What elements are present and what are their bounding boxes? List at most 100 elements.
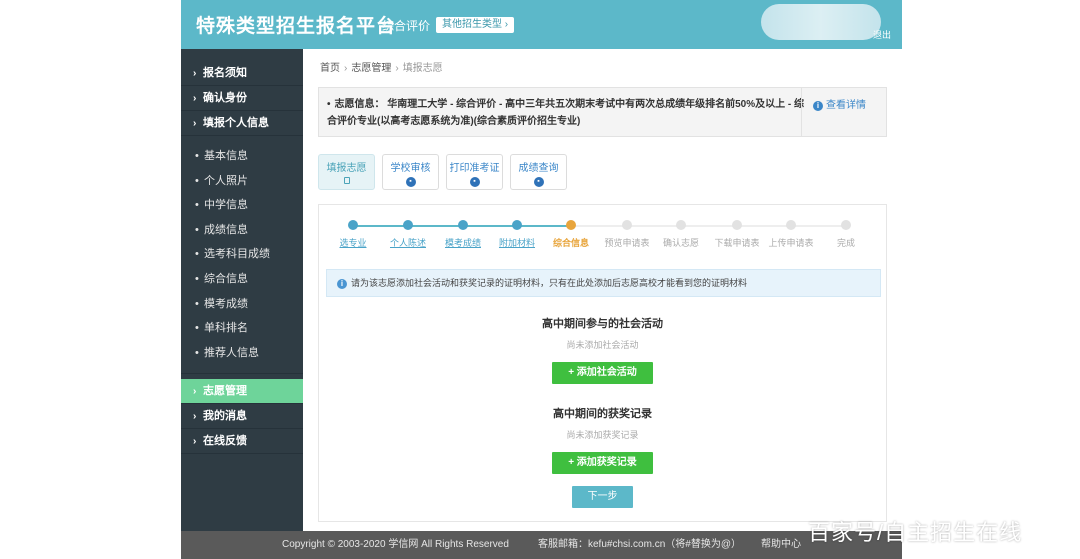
sidebar-subitem-elective-grades[interactable]: • 选考科目成绩 [181, 242, 303, 267]
step-label: 模考成绩 [444, 238, 481, 248]
document-icon [343, 177, 350, 184]
step-label: 完成 [836, 238, 855, 248]
sidebar-subitem-comprehensive[interactable]: • 综合信息 [181, 267, 303, 292]
next-step-button[interactable]: 下一步 [572, 486, 633, 508]
step-complete: 完成 [816, 220, 876, 249]
sidebar-item-label: 我的消息 [203, 410, 247, 423]
sidebar-item-label: 填报个人信息 [203, 117, 269, 129]
tab-label: 学校审核 [390, 163, 431, 174]
other-admission-types-label: 其他招生类型 [442, 19, 502, 30]
footer-service-email: 客服邮箱：kefu#chsi.com.cn（将#替换为@） [538, 539, 741, 550]
add-social-activity-button[interactable]: + 添加社会活动 [552, 362, 653, 384]
bullet-icon: • [327, 99, 331, 110]
step-dot [841, 220, 851, 230]
social-activities-empty: 尚未添加社会活动 [566, 340, 639, 350]
step-comprehensive-info: 综合信息 [541, 220, 601, 249]
sidebar-subitem-mock-exam[interactable]: • 模考成绩 [181, 292, 303, 317]
breadcrumb-current: 填报志愿 [402, 63, 443, 74]
step-dot [732, 220, 742, 230]
sidebar-subitem-label: 模考成绩 [204, 297, 248, 310]
awards-empty: 尚未添加获奖记录 [566, 430, 639, 440]
watermark: 百家号/自主招生在线 [808, 520, 1023, 545]
breadcrumb-home[interactable]: 首页 [320, 63, 340, 74]
bullet-icon: • [195, 272, 199, 285]
view-details-link[interactable]: i 查看详情 [813, 96, 866, 111]
step-label: 下载申请表 [714, 238, 760, 248]
step-label: 综合信息 [552, 238, 589, 248]
bullet-icon: • [195, 174, 199, 187]
bullet-icon: • [195, 150, 199, 162]
footer-help-center-link[interactable]: 帮助中心 [761, 531, 801, 559]
sidebar-subitem-referee[interactable]: • 推荐人信息 [181, 341, 303, 366]
logout-link[interactable]: 退出 [873, 28, 891, 41]
application-info-box: • 志愿信息： 华南理工大学 - 综合评价 - 高中三年共五次期末考试中有两次总成… [318, 87, 887, 137]
sidebar-subitem-label: 选考科目成绩 [204, 248, 270, 261]
step-upload-form: 上传申请表 [761, 220, 821, 249]
sidebar-subitem-grades[interactable]: • 成绩信息 [181, 218, 303, 243]
divider [801, 88, 802, 136]
bullet-icon: • [195, 322, 199, 335]
sidebar-subitem-basic[interactable]: • 基本信息 [181, 144, 303, 169]
user-info-blurred [761, 4, 881, 40]
application-info-text: • 志愿信息： 华南理工大学 - 综合评价 - 高中三年共五次期末考试中有两次总成… [327, 96, 805, 130]
step-label: 选专业 [339, 238, 367, 248]
sidebar-item-messages[interactable]: › 我的消息 [181, 404, 303, 430]
application-panel: 选专业 个人陈述 模考成绩 附加材料 综合信息 预览申请表 确认志愿 下载申请表… [318, 204, 887, 522]
step-confirm-application: 确认志愿 [651, 220, 711, 249]
sidebar-subitem-label: 个人照片 [204, 174, 248, 187]
breadcrumb-section[interactable]: 志愿管理 [351, 63, 391, 74]
chevron-right-icon: › [193, 411, 197, 423]
application-info-content: 志愿信息： 华南理工大学 - 综合评价 - 高中三年共五次期末考试中有两次总成绩… [327, 99, 804, 127]
footer-copyright: Copyright © 2003-2020 学信网 All Rights Res… [282, 539, 509, 550]
chevron-right-icon: › [193, 118, 197, 129]
step-additional-materials[interactable]: 附加材料 [487, 220, 547, 249]
step-label: 附加材料 [498, 238, 535, 248]
sidebar-item-feedback[interactable]: › 在线反馈 [181, 429, 303, 455]
main-content: 首页 › 志愿管理 › 填报志愿 • 志愿信息： 华南理工大学 - 综合评价 - 高中三年… [303, 49, 902, 531]
step-label: 预览申请表 [604, 238, 650, 248]
tab-score-query[interactable]: 成绩查询 ▪ [510, 154, 567, 190]
tab-school-review[interactable]: 学校审核 ▪ [382, 154, 439, 190]
sidebar-subitem-label: 基本信息 [204, 150, 248, 162]
chevron-right-icon: › [193, 386, 197, 398]
sidebar-subitem-label: 单科排名 [204, 322, 248, 335]
sidebar-item-application-management[interactable]: › 志愿管理 [181, 379, 303, 405]
step-dot [786, 220, 796, 230]
step-mock-scores[interactable]: 模考成绩 [433, 220, 493, 249]
chevron-right-icon: › [504, 19, 509, 30]
add-award-button[interactable]: + 添加获奖记录 [552, 452, 653, 474]
tip-text: 请为该志愿添加社会活动和获奖记录的证明材料，只有在此处添加后志愿高校才能看到您的… [351, 278, 748, 288]
step-preview-form: 预览申请表 [597, 220, 657, 249]
sidebar-subitem-school[interactable]: • 中学信息 [181, 193, 303, 218]
circle-icon: ▪ [469, 177, 480, 187]
awards-title: 高中期间的获奖记录 [553, 408, 652, 420]
step-select-major[interactable]: 选专业 [323, 220, 383, 249]
sidebar-subitem-photo[interactable]: • 个人照片 [181, 169, 303, 194]
sidebar-item-identity[interactable]: › 确认身份 [181, 86, 303, 111]
bullet-icon: • [195, 248, 199, 261]
tab-label: 填报志愿 [326, 163, 367, 174]
breadcrumb-separator: › [344, 63, 348, 74]
step-personal-statement[interactable]: 个人陈述 [378, 220, 438, 249]
bullet-icon: • [195, 223, 199, 236]
circle-icon: ▪ [533, 177, 544, 187]
sidebar-subgroup: • 基本信息 • 个人照片 • 中学信息 • 成绩信息 • 选考科目成绩 • 综合信息 • 模… [181, 136, 303, 375]
sidebar: › 报名须知 › 确认身份 › 填报个人信息 • 基本信息 • 个人照片 • 中学信息 • 成… [181, 49, 303, 531]
platform-title: 特殊类型招生报名平台 [196, 16, 397, 37]
sidebar-subitem-label: 中学信息 [204, 199, 248, 212]
sidebar-item-notice[interactable]: › 报名须知 [181, 61, 303, 86]
step-dot [458, 220, 468, 230]
sidebar-subitem-subject-rank[interactable]: • 单科排名 [181, 316, 303, 341]
bullet-icon: • [195, 199, 199, 212]
sidebar-item-label: 在线反馈 [203, 435, 247, 448]
tip-banner: i 请为该志愿添加社会活动和获奖记录的证明材料，只有在此处添加后志愿高校才能看到您… [326, 269, 881, 297]
page: 特殊类型招生报名平台 综合评价 其他招生类型 › 退出 › 报名须知 › 确认身份 … [181, 0, 902, 559]
step-download-form: 下载申请表 [707, 220, 767, 249]
other-admission-types-button[interactable]: 其他招生类型 › [436, 17, 515, 33]
tab-fill-application[interactable]: 填报志愿 [318, 154, 375, 190]
tab-print-admission-ticket[interactable]: 打印准考证 ▪ [446, 154, 503, 190]
sidebar-subitem-label: 推荐人信息 [204, 346, 259, 359]
step-dot [622, 220, 632, 230]
sidebar-item-personal-info[interactable]: › 填报个人信息 [181, 111, 303, 136]
bullet-icon: • [195, 346, 199, 359]
